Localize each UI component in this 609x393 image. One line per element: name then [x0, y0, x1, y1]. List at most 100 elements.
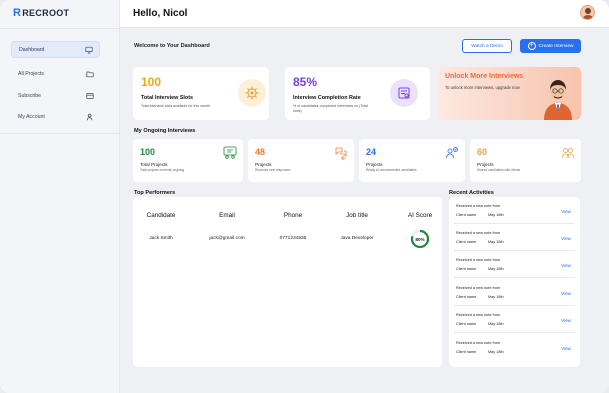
- view-link[interactable]: View: [561, 236, 571, 241]
- shared-users-icon: [561, 148, 575, 159]
- cell-email: jack@gmail.com: [209, 236, 245, 241]
- activity-text: Received a new note from: [456, 313, 501, 317]
- create-interview-label: Create Interview: [538, 43, 574, 49]
- plus-icon: +: [527, 42, 536, 50]
- sidebar-divider: [0, 133, 120, 134]
- ongoing-subtitle: Total projects currently ongoing: [140, 168, 185, 172]
- activity-date: May 18th: [488, 267, 504, 271]
- list-item: Received a new note from Client name May…: [454, 228, 575, 251]
- activity-date: May 18th: [488, 350, 504, 354]
- ongoing-subtitle: Ready AI recommended candidates: [366, 168, 417, 172]
- view-link[interactable]: View: [561, 318, 571, 323]
- view-link[interactable]: View: [561, 263, 571, 268]
- ongoing-label: Projects: [255, 162, 272, 167]
- app-window: R RECROOT Dashboard All Projects Subscri…: [0, 0, 609, 393]
- activity-client: Client name: [456, 350, 477, 354]
- activity-date: May 18th: [488, 322, 504, 326]
- list-item: Received a new note from Client name May…: [454, 283, 575, 306]
- monitor-icon: [85, 46, 93, 54]
- activity-client: Client name: [456, 240, 477, 244]
- logo-mark: R: [13, 7, 22, 19]
- greeting: Hello, Nicol: [133, 8, 188, 19]
- report-icon: [390, 79, 418, 107]
- ongoing-value: 24: [366, 147, 377, 157]
- sidebar-divider: [0, 28, 120, 29]
- gear-icon: [238, 79, 266, 107]
- ai-candidates-icon: [446, 147, 458, 159]
- header: Hello, Nicol: [120, 0, 609, 28]
- section-title-recent-activities: Recent Activities: [449, 190, 494, 196]
- sidebar-item-my-account[interactable]: My Account: [11, 108, 100, 125]
- activity-client: Client name: [456, 267, 477, 271]
- activity-date: May 18th: [488, 240, 504, 244]
- main-content: Welcome to Your Dashboard Watch a Demo +…: [120, 28, 609, 393]
- list-item: Received a new note from Client name May…: [454, 310, 575, 333]
- businessman-illustration: [544, 80, 572, 120]
- logo-text: RECROOT: [22, 8, 70, 18]
- stat-card-completion-rate: 85% Interview Completion Rate % of candi…: [285, 67, 430, 120]
- app-logo[interactable]: R RECROOT: [13, 7, 69, 19]
- sidebar-item-all-projects[interactable]: All Projects: [11, 65, 100, 82]
- column-header-phone: Phone: [283, 212, 303, 219]
- stat-value: 85%: [293, 75, 318, 89]
- activity-client: Client name: [456, 295, 477, 299]
- ongoing-subtitle: Shared candidates with clients: [477, 168, 521, 172]
- activity-text: Received a new note from: [456, 231, 501, 235]
- view-link[interactable]: View: [561, 209, 571, 214]
- activity-client: Client name: [456, 322, 477, 326]
- avatar[interactable]: [580, 5, 595, 20]
- responses-icon: [335, 147, 347, 160]
- section-title-top-performers: Top Performers: [134, 190, 176, 196]
- cell-candidate: Jack Smith: [149, 236, 173, 241]
- activity-text: Received a new note from: [456, 204, 501, 208]
- section-title-ongoing: My Ongoing Interviews: [134, 128, 196, 134]
- activity-text: Received a new note from: [456, 258, 501, 262]
- promo-title: Unlock More Interviews: [445, 73, 524, 80]
- watch-demo-button[interactable]: Watch a Demo: [462, 39, 512, 53]
- ongoing-card-new-responses[interactable]: 48 Projects Received new responses: [248, 139, 354, 182]
- stat-value: 100: [141, 75, 162, 89]
- activity-date: May 18th: [488, 213, 504, 217]
- view-link[interactable]: View: [561, 346, 571, 351]
- activity-text: Received a new note from: [456, 341, 501, 345]
- cell-job-title: Java Developer: [340, 236, 374, 241]
- sidebar-item-label: All Projects: [18, 70, 44, 77]
- column-header-candidate: Candidate: [146, 212, 176, 219]
- sidebar-item-label: Subscribe: [18, 92, 42, 99]
- team-icon: [223, 146, 237, 159]
- ongoing-value: 60: [477, 147, 488, 157]
- recent-activities-list: Received a new note from Client name May…: [449, 197, 580, 367]
- stat-title: Interview Completion Rate: [293, 95, 361, 101]
- list-item: Received a new note from Client name May…: [454, 201, 575, 224]
- sidebar: R RECROOT Dashboard All Projects Subscri…: [0, 0, 120, 393]
- ongoing-label: Total Projects: [140, 162, 168, 167]
- ongoing-label: Projects: [477, 162, 494, 167]
- ongoing-card-ai-recommended[interactable]: 24 Projects Ready AI recommended candida…: [359, 139, 465, 182]
- column-header-job-title: Job title: [346, 212, 368, 219]
- create-interview-button[interactable]: + Create Interview: [520, 39, 581, 53]
- activity-text: Received a new note from: [456, 286, 501, 290]
- ongoing-value: 100: [140, 147, 156, 157]
- ai-score-value: 80%: [415, 236, 425, 242]
- cell-phone: 0771234536: [279, 236, 307, 241]
- column-header-email: Email: [219, 212, 235, 219]
- ongoing-value: 48: [255, 147, 266, 157]
- ongoing-label: Projects: [366, 162, 383, 167]
- activity-client: Client name: [456, 213, 477, 217]
- stat-subtitle: Total interview slots available for this…: [141, 104, 211, 108]
- ongoing-card-shared-clients[interactable]: 60 Projects Shared candidates with clien…: [470, 139, 581, 182]
- sidebar-item-subscribe[interactable]: Subscribe: [11, 87, 100, 104]
- folder-icon: [86, 71, 94, 77]
- ongoing-subtitle: Received new responses: [255, 168, 291, 172]
- stat-card-interview-slots: 100 Total Interview Slots Total intervie…: [133, 67, 269, 120]
- page-title: Welcome to Your Dashboard: [134, 43, 210, 49]
- top-performers-table: Candidate Email Phone Job title AI Score…: [133, 197, 442, 367]
- upgrade-promo-card[interactable]: Unlock More Interviews To unlock more in…: [438, 67, 581, 120]
- sidebar-item-label: Dashboard: [19, 46, 45, 53]
- stat-title: Total Interview Slots: [141, 95, 194, 101]
- view-link[interactable]: View: [561, 291, 571, 296]
- sidebar-item-label: My Account: [18, 113, 45, 120]
- sidebar-item-dashboard[interactable]: Dashboard: [11, 41, 100, 58]
- ongoing-card-total-projects[interactable]: 100 Total Projects Total projects curren…: [133, 139, 243, 182]
- card-icon: [86, 92, 94, 99]
